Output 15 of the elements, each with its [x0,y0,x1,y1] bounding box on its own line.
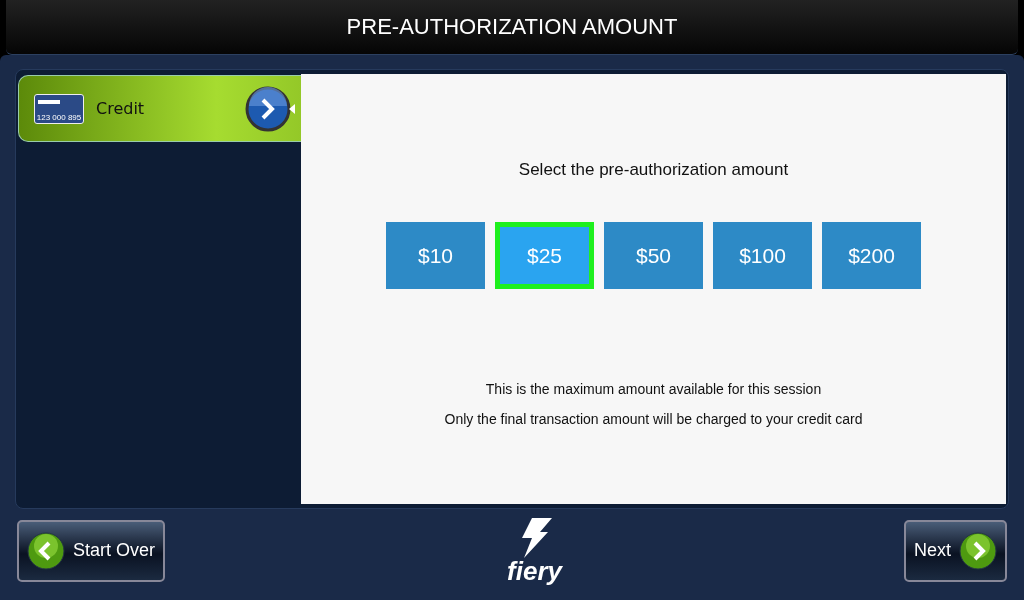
amount-button[interactable]: $50 [604,222,703,289]
next-button[interactable]: Next [904,519,1007,582]
logo: fiery [507,517,562,584]
amount-button[interactable]: $25 [495,222,594,289]
window-title: PRE-AUTHORIZATION AMOUNT [346,14,678,40]
amount-button[interactable]: $10 [386,222,485,289]
info-text: Only the final transaction amount will be charged to your credit card [444,411,863,427]
amount-button[interactable]: $100 [713,222,812,289]
start-over-button[interactable]: Start Over [17,519,166,582]
heading: Select the pre-authorization amount [518,160,789,180]
amount-button[interactable]: $200 [822,222,921,289]
sidebar-item[interactable]: 123 000 895 Credit [18,75,301,142]
info-text: This is the maximum amount available for this session [485,381,822,397]
forward-arrow-icon [245,85,295,132]
credit-card-icon: 123 000 895 [34,93,84,124]
